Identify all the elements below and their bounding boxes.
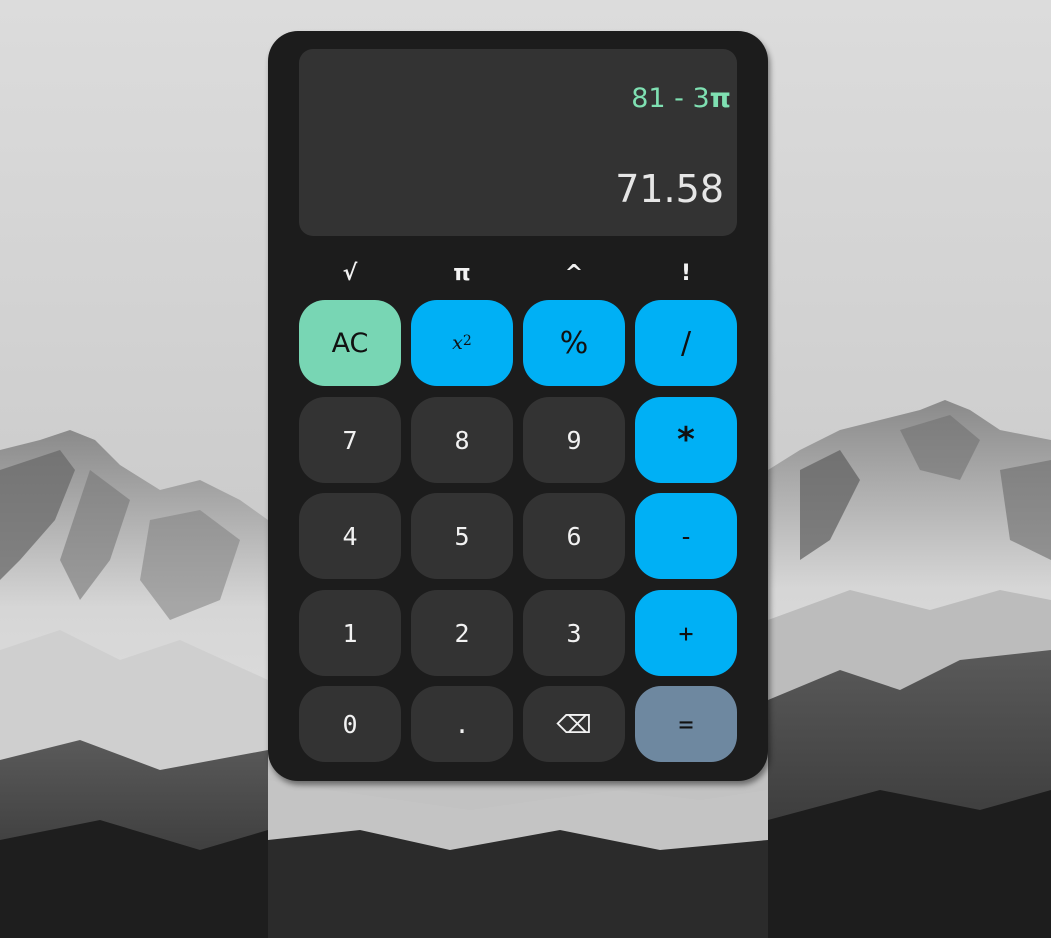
digit-9-button[interactable]: 9 bbox=[523, 397, 625, 483]
digit-0-button[interactable]: 0 bbox=[299, 686, 401, 762]
backspace-icon[interactable]: ⌫ bbox=[523, 686, 625, 762]
percent-button[interactable]: % bbox=[523, 300, 625, 386]
digit-4-button[interactable]: 4 bbox=[299, 493, 401, 579]
square-exponent: 2 bbox=[462, 333, 472, 349]
sqrt-button[interactable]: √ bbox=[299, 253, 401, 293]
digit-2-button[interactable]: 2 bbox=[411, 590, 513, 676]
expression-text: 81 - 3π bbox=[631, 83, 731, 114]
square-button[interactable]: x2 bbox=[411, 300, 513, 386]
equals-button[interactable]: = bbox=[635, 686, 737, 762]
result-text: 71.58 bbox=[615, 167, 724, 211]
digit-8-button[interactable]: 8 bbox=[411, 397, 513, 483]
expression-value: 81 - 3 bbox=[631, 83, 710, 114]
plus-button[interactable]: + bbox=[635, 590, 737, 676]
digit-3-button[interactable]: 3 bbox=[523, 590, 625, 676]
minus-button[interactable]: - bbox=[635, 493, 737, 579]
digit-1-button[interactable]: 1 bbox=[299, 590, 401, 676]
all-clear-button[interactable]: AC bbox=[299, 300, 401, 386]
digit-7-button[interactable]: 7 bbox=[299, 397, 401, 483]
factorial-button[interactable]: ! bbox=[635, 253, 737, 293]
calculator: 81 - 3π 71.58 √ π ^ ! AC x2 % / 7 8 9 * … bbox=[268, 31, 768, 781]
power-button[interactable]: ^ bbox=[523, 253, 625, 293]
expression-pi-symbol: π bbox=[709, 83, 731, 114]
decimal-point-button[interactable]: . bbox=[411, 686, 513, 762]
display-panel: 81 - 3π 71.58 bbox=[299, 49, 737, 236]
divide-button[interactable]: / bbox=[635, 300, 737, 386]
digit-6-button[interactable]: 6 bbox=[523, 493, 625, 579]
multiply-button[interactable]: * bbox=[635, 397, 737, 483]
pi-button[interactable]: π bbox=[411, 253, 513, 293]
digit-5-button[interactable]: 5 bbox=[411, 493, 513, 579]
square-base: x bbox=[452, 332, 463, 354]
scientific-row: √ π ^ ! bbox=[299, 253, 747, 293]
